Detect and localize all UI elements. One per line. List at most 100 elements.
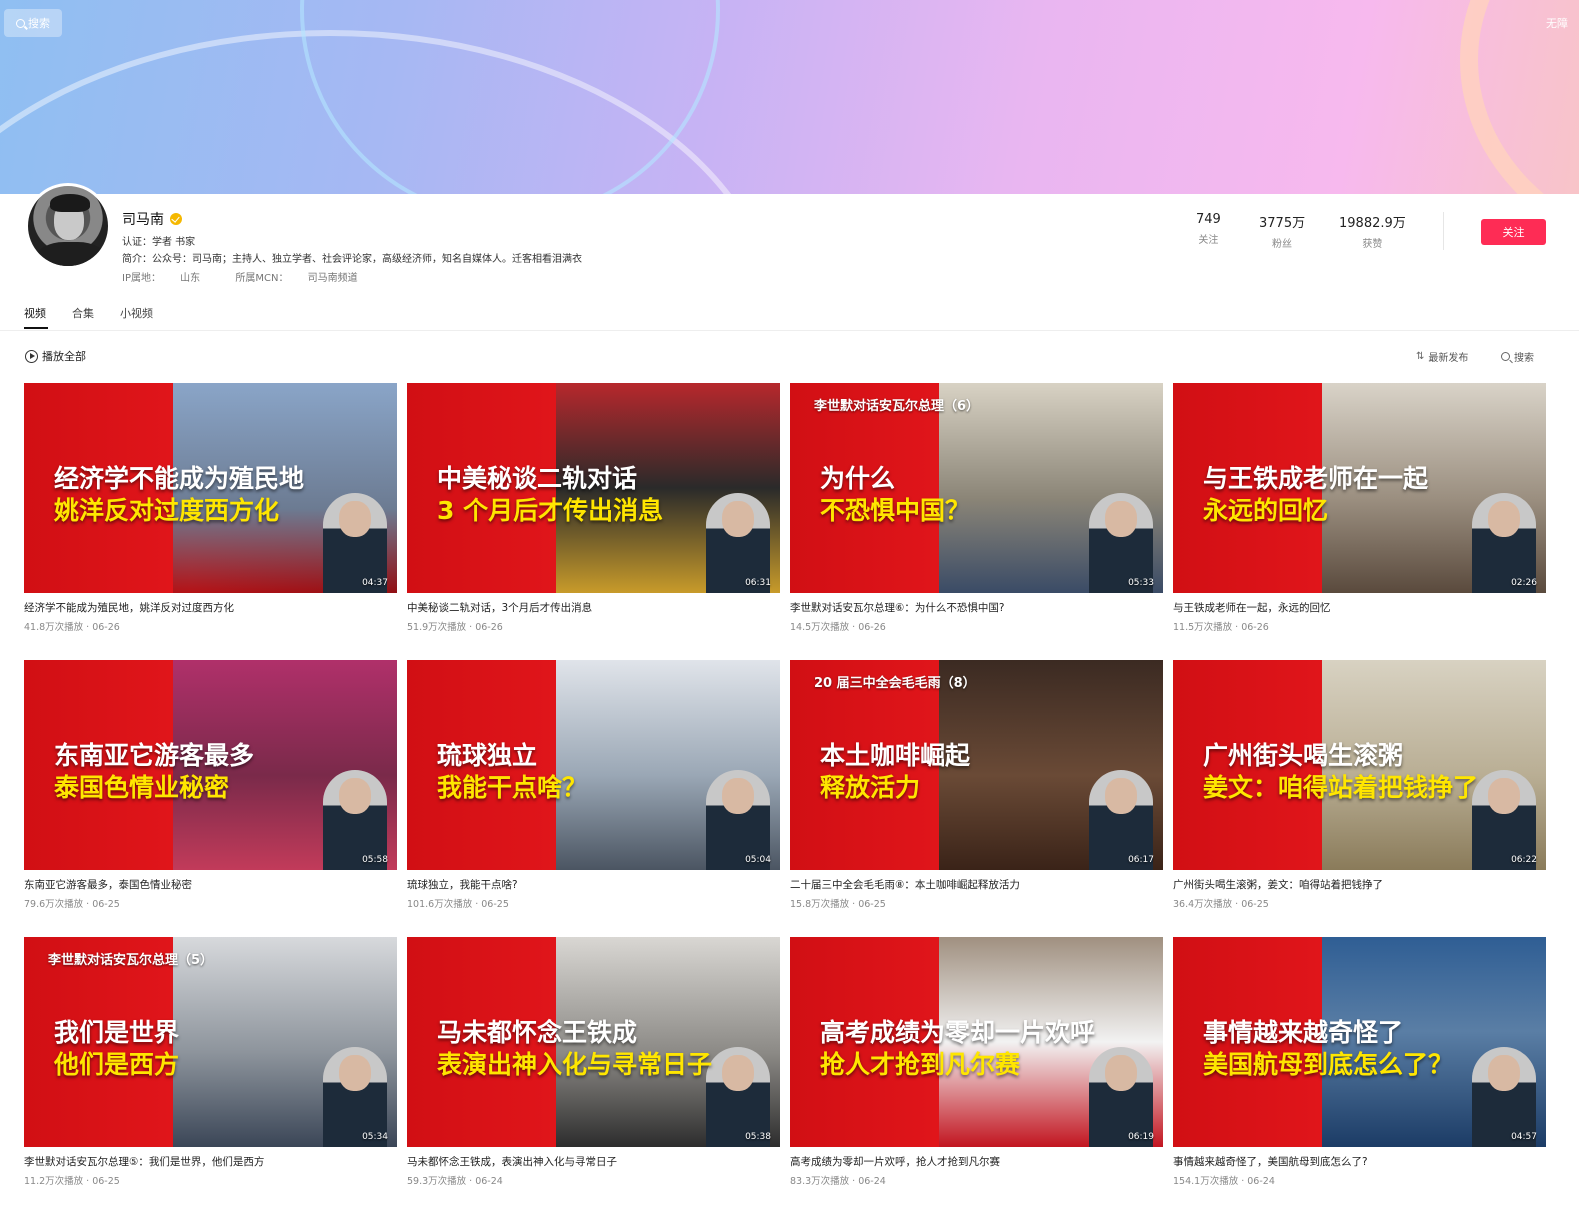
thumbnail-subheadline: 姚洋反对过度西方化 xyxy=(54,496,280,525)
profile-banner: 搜索 无障 xyxy=(0,0,1579,194)
thumbnail-headline: 本土咖啡崛起 xyxy=(820,741,971,770)
thumbnail-subheadline: 泰国色情业秘密 xyxy=(54,773,230,802)
top-search-button[interactable]: 搜索 xyxy=(4,9,62,37)
video-duration: 06:19 xyxy=(1128,1132,1154,1142)
tab-short-videos[interactable]: 小视频 xyxy=(120,305,153,329)
follow-button[interactable]: 关注 xyxy=(1481,219,1546,245)
video-stats: 51.9万次播放 · 06-26 xyxy=(407,622,503,633)
video-grid: 经济学不能成为殖民地 姚洋反对过度西方化 04:37 经济学不能成为殖民地，姚洋… xyxy=(24,383,1547,1188)
tabs-divider xyxy=(0,330,1579,331)
video-title[interactable]: 东南亚它游客最多，泰国色情业秘密 xyxy=(24,877,397,892)
play-circle-icon xyxy=(25,349,38,363)
video-duration: 06:17 xyxy=(1128,855,1154,865)
bio-value: 公众号：司马南；主持人、独立学者、社会评论家，高级经济师，知名自媒体人。迁客相看… xyxy=(152,254,582,265)
video-title[interactable]: 马未都怀念王铁成，表演出神入化与寻常日子 xyxy=(407,1154,780,1169)
video-thumbnail[interactable]: 经济学不能成为殖民地 姚洋反对过度西方化 04:37 xyxy=(24,383,397,593)
certification: 认证：学者 书家 xyxy=(122,233,195,248)
search-icon xyxy=(1501,352,1510,361)
video-thumbnail[interactable]: 与王铁成老师在一起 永远的回忆 02:26 xyxy=(1173,383,1546,593)
video-duration: 04:57 xyxy=(1511,1132,1537,1142)
thumbnail-headline: 东南亚它游客最多 xyxy=(54,741,255,770)
video-stats: 83.3万次播放 · 06-24 xyxy=(790,1176,886,1187)
video-stats: 36.4万次播放 · 06-25 xyxy=(1173,899,1269,910)
video-duration: 05:38 xyxy=(745,1132,771,1142)
stat-likes: 19882.9万 获赞 xyxy=(1339,212,1406,250)
video-duration: 06:22 xyxy=(1511,855,1537,865)
stat-followers[interactable]: 3775万 粉丝 xyxy=(1259,212,1305,250)
certification-value: 学者 书家 xyxy=(152,237,196,248)
video-title[interactable]: 高考成绩为零却一片欢呼，抢人才抢到凡尔赛 xyxy=(790,1154,1163,1169)
video-stats: 41.8万次播放 · 06-26 xyxy=(24,622,120,633)
tab-collections[interactable]: 合集 xyxy=(72,305,94,329)
video-stats: 15.8万次播放 · 06-25 xyxy=(790,899,886,910)
sort-button[interactable]: ⇅ 最新发布 xyxy=(1416,349,1468,364)
video-search-label: 搜索 xyxy=(1514,353,1534,364)
video-duration: 05:04 xyxy=(745,855,771,865)
video-duration: 05:58 xyxy=(362,855,388,865)
video-title[interactable]: 李世默对话安瓦尔总理⑤：我们是世界，他们是西方 xyxy=(24,1154,397,1169)
video-title[interactable]: 广州街头喝生滚粥，姜文：咱得站着把钱挣了 xyxy=(1173,877,1546,892)
video-card[interactable]: 广州街头喝生滚粥 姜文：咱得站着把钱挣了 06:22 广州街头喝生滚粥，姜文：咱… xyxy=(1173,660,1546,911)
video-thumbnail[interactable]: 中美秘谈二轨对话 3 个月后才传出消息 06:31 xyxy=(407,383,780,593)
avatar[interactable] xyxy=(25,183,111,269)
video-card[interactable]: 中美秘谈二轨对话 3 个月后才传出消息 06:31 中美秘谈二轨对话，3个月后才… xyxy=(407,383,780,634)
tab-videos[interactable]: 视频 xyxy=(24,305,48,329)
video-thumbnail[interactable]: 马未都怀念王铁成 表演出神入化与寻常日子 05:38 xyxy=(407,937,780,1147)
video-title[interactable]: 中美秘谈二轨对话，3个月后才传出消息 xyxy=(407,600,780,615)
profile-name-row: 司马南 xyxy=(122,209,182,229)
play-all-button[interactable]: 播放全部 xyxy=(25,348,86,364)
video-thumbnail[interactable]: 琉球独立 我能干点啥？ 05:04 xyxy=(407,660,780,870)
video-thumbnail[interactable]: 东南亚它游客最多 泰国色情业秘密 05:58 xyxy=(24,660,397,870)
video-search-button[interactable]: 搜索 xyxy=(1501,349,1534,364)
video-title[interactable]: 琉球独立，我能干点啥? xyxy=(407,877,780,892)
stat-following[interactable]: 749 关注 xyxy=(1196,212,1221,246)
thumbnail-kicker: 20 届三中全会毛毛雨（8） xyxy=(814,676,976,691)
video-thumbnail[interactable]: 20 届三中全会毛毛雨（8） 本土咖啡崛起 释放活力 06:17 xyxy=(790,660,1163,870)
video-title[interactable]: 二十届三中全会毛毛雨⑧：本土咖啡崛起释放活力 xyxy=(790,877,1163,892)
profile-name: 司马南 xyxy=(122,212,164,228)
video-card[interactable]: 经济学不能成为殖民地 姚洋反对过度西方化 04:37 经济学不能成为殖民地，姚洋… xyxy=(24,383,397,634)
video-title[interactable]: 经济学不能成为殖民地，姚洋反对过度西方化 xyxy=(24,600,397,615)
sort-icon: ⇅ xyxy=(1416,351,1425,362)
video-card[interactable]: 东南亚它游客最多 泰国色情业秘密 05:58 东南亚它游客最多，泰国色情业秘密 … xyxy=(24,660,397,911)
video-thumbnail[interactable]: 事情越来越奇怪了 美国航母到底怎么了？ 04:57 xyxy=(1173,937,1546,1147)
video-title[interactable]: 与王铁成老师在一起，永远的回忆 xyxy=(1173,600,1546,615)
video-card[interactable]: 李世默对话安瓦尔总理（5） 我们是世界 他们是西方 05:34 李世默对话安瓦尔… xyxy=(24,937,397,1188)
thumbnail-subheadline: 永远的回忆 xyxy=(1203,496,1329,525)
video-stats: 101.6万次播放 · 06-25 xyxy=(407,899,509,910)
play-all-label: 播放全部 xyxy=(42,350,86,363)
video-card[interactable]: 高考成绩为零却一片欢呼 抢人才抢到凡尔赛 06:19 高考成绩为零却一片欢呼，抢… xyxy=(790,937,1163,1188)
video-thumbnail[interactable]: 广州街头喝生滚粥 姜文：咱得站着把钱挣了 06:22 xyxy=(1173,660,1546,870)
thumbnail-headline: 经济学不能成为殖民地 xyxy=(54,464,305,493)
thumbnail-kicker: 李世默对话安瓦尔总理（6） xyxy=(814,399,980,414)
video-card[interactable]: 20 届三中全会毛毛雨（8） 本土咖啡崛起 释放活力 06:17 二十届三中全会… xyxy=(790,660,1163,911)
stat-number: 19882.9万 xyxy=(1339,216,1406,231)
avatar-hair xyxy=(50,194,90,212)
thumbnail-subheadline: 表演出神入化与寻常日子 xyxy=(437,1050,713,1079)
video-title[interactable]: 事情越来越奇怪了，美国航母到底怎么了? xyxy=(1173,1154,1546,1169)
stat-label: 获赞 xyxy=(1362,239,1383,250)
video-duration: 05:33 xyxy=(1128,578,1154,588)
video-card[interactable]: 与王铁成老师在一起 永远的回忆 02:26 与王铁成老师在一起，永远的回忆 11… xyxy=(1173,383,1546,634)
video-title[interactable]: 李世默对话安瓦尔总理⑥：为什么不恐惧中国? xyxy=(790,600,1163,615)
video-card[interactable]: 马未都怀念王铁成 表演出神入化与寻常日子 05:38 马未都怀念王铁成，表演出神… xyxy=(407,937,780,1188)
video-card[interactable]: 事情越来越奇怪了 美国航母到底怎么了？ 04:57 事情越来越奇怪了，美国航母到… xyxy=(1173,937,1546,1188)
video-card[interactable]: 琉球独立 我能干点啥？ 05:04 琉球独立，我能干点啥? 101.6万次播放 … xyxy=(407,660,780,911)
bio-label: 简介： xyxy=(122,254,152,265)
thumbnail-subheadline: 他们是西方 xyxy=(54,1050,180,1079)
video-duration: 06:31 xyxy=(745,578,771,588)
thumbnail-subheadline: 不恐惧中国？ xyxy=(820,496,971,525)
ip-label: IP属地： xyxy=(122,273,161,284)
accessibility-link[interactable]: 无障 xyxy=(1546,15,1568,31)
mcn-value[interactable]: 司马南频道 xyxy=(308,273,358,284)
certification-label: 认证： xyxy=(122,237,152,248)
thumbnail-headline: 广州街头喝生滚粥 xyxy=(1203,741,1404,770)
video-thumbnail[interactable]: 李世默对话安瓦尔总理（5） 我们是世界 他们是西方 05:34 xyxy=(24,937,397,1147)
video-duration: 02:26 xyxy=(1511,578,1537,588)
video-thumbnail[interactable]: 李世默对话安瓦尔总理（6） 为什么 不恐惧中国？ 05:33 xyxy=(790,383,1163,593)
video-thumbnail[interactable]: 高考成绩为零却一片欢呼 抢人才抢到凡尔赛 06:19 xyxy=(790,937,1163,1147)
thumbnail-headline: 高考成绩为零却一片欢呼 xyxy=(820,1018,1096,1047)
bio: 简介：公众号：司马南；主持人、独立学者、社会评论家，高级经济师，知名自媒体人。迁… xyxy=(122,250,582,265)
thumbnail-subheadline: 3 个月后才传出消息 xyxy=(437,496,664,525)
video-card[interactable]: 李世默对话安瓦尔总理（6） 为什么 不恐惧中国？ 05:33 李世默对话安瓦尔总… xyxy=(790,383,1163,634)
